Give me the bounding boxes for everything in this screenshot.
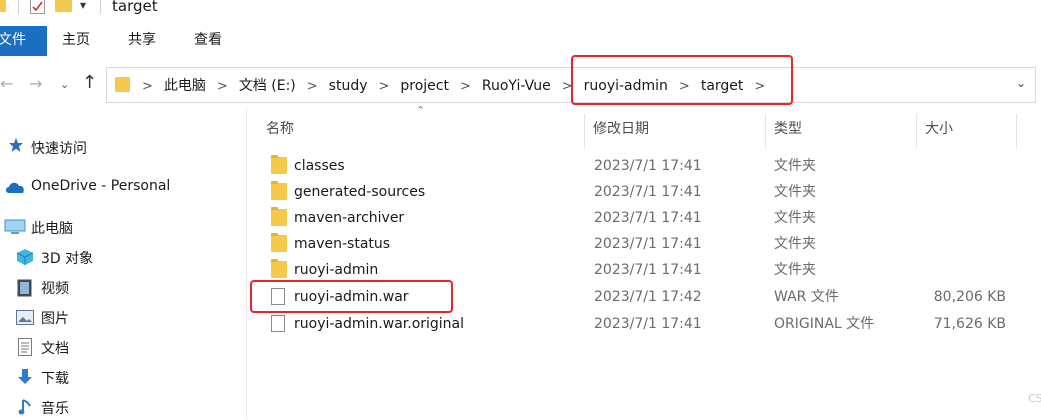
file-name: maven-archiver [294,210,405,226]
cloud-icon [4,180,24,196]
document-icon [18,338,34,356]
file-type: ORIGINAL 文件 [774,316,875,332]
address-history-dropdown-icon[interactable]: ⌄ [1016,76,1026,90]
file-date: 2023/7/1 17:41 [594,236,702,252]
chevron-right-icon[interactable]: > [460,79,471,94]
chevron-right-icon[interactable]: > [217,79,228,94]
nav-item-label: 此电脑 [31,221,73,237]
file-row-generated-sources[interactable]: generated-sources 2023/7/1 17:41 文件夹 [258,179,1041,205]
tab-view[interactable]: 查看 [194,26,222,56]
music-note-icon [18,398,34,415]
folder-icon [271,207,287,226]
folder-icon [271,233,287,252]
file-size: 71,626 KB [933,316,1006,332]
recent-locations-chevron-icon[interactable]: ⌄ [60,78,69,91]
column-header-type[interactable]: 类型 [766,114,916,144]
navigation-pane: 快速访问 OneDrive - Personal 此电脑 3D 对象 视频 图片 [0,108,247,418]
file-size [920,231,1006,257]
divider [18,0,19,14]
nav-item-label: 音乐 [41,401,69,417]
breadcrumb-ruoyi-vue[interactable]: RuoYi-Vue [482,78,551,94]
video-icon [17,279,33,297]
new-folder-icon[interactable] [55,0,72,12]
file-date: 2023/7/1 17:41 [594,316,702,332]
nav-item-label: 图片 [41,311,69,327]
file-row-maven-status[interactable]: maven-status 2023/7/1 17:41 文件夹 [258,231,1041,257]
file-type: 文件夹 [774,158,816,174]
chevron-right-icon[interactable]: > [378,79,389,94]
file-name: classes [294,158,345,174]
file-date: 2023/7/1 17:42 [594,289,702,305]
file-icon [271,315,285,332]
nav-item-label: OneDrive - Personal [31,178,171,194]
tab-file[interactable]: 文件 [0,26,47,56]
file-size [920,205,1006,231]
chevron-right-icon[interactable]: > [142,79,153,94]
file-type: 文件夹 [774,236,816,252]
file-type: 文件夹 [774,262,816,278]
back-arrow-icon[interactable]: ← [0,74,13,93]
breadcrumb-project[interactable]: project [400,78,449,94]
nav-item-label: 3D 对象 [41,251,94,267]
file-name: generated-sources [294,184,426,200]
quick-access-dropdown-icon[interactable]: ▾ [80,0,86,12]
file-type: WAR 文件 [774,289,839,305]
computer-icon [4,219,26,235]
folder-icon [271,259,287,278]
annotation-highlight-box [250,280,453,313]
picture-icon [16,310,34,326]
column-divider[interactable] [1016,114,1017,148]
breadcrumb-this-pc[interactable]: 此电脑 [164,75,206,95]
nav-item-label: 下载 [41,371,69,387]
file-type: 文件夹 [774,210,816,226]
cube-icon [16,248,34,265]
breadcrumb-documents-e[interactable]: 文档 (E:) [239,75,296,95]
file-date: 2023/7/1 17:41 [594,184,702,200]
forward-arrow-icon[interactable]: → [29,74,42,93]
divider [100,0,101,14]
nav-item-label: 快速访问 [31,141,87,157]
download-arrow-icon [16,368,32,384]
file-size [920,179,1006,205]
folder-icon [271,155,287,174]
file-row-classes[interactable]: classes 2023/7/1 17:41 文件夹 [258,153,1041,179]
file-date: 2023/7/1 17:41 [594,262,702,278]
column-header-name[interactable]: 名称 [258,114,584,144]
properties-check-icon[interactable] [30,0,45,14]
column-header-row: 名称 修改日期 类型 大小 [258,114,1041,148]
file-date: 2023/7/1 17:41 [594,158,702,174]
tab-share[interactable]: 共享 [128,26,156,56]
window-title: target [112,0,158,15]
file-type: 文件夹 [774,184,816,200]
folder-icon [0,0,6,12]
star-icon [8,137,24,153]
nav-item-label: 视频 [41,281,69,297]
file-date: 2023/7/1 17:41 [594,210,702,226]
ribbon-tabs: 文件 主页 共享 查看 [0,26,1041,56]
chevron-right-icon[interactable]: > [307,79,318,94]
column-header-date[interactable]: 修改日期 [585,114,765,144]
folder-icon [115,77,130,92]
column-header-size[interactable]: 大小 [917,114,1017,144]
nav-item-label: 文档 [41,341,69,357]
title-bar: ▾ target [0,0,1041,20]
breadcrumb-study[interactable]: study [329,78,368,94]
annotation-highlight-box [571,55,793,105]
folder-icon [271,181,287,200]
up-arrow-icon[interactable]: ↑ [82,72,97,93]
file-size [920,153,1006,179]
file-name: maven-status [294,236,391,252]
tab-home[interactable]: 主页 [62,26,90,56]
file-size [920,257,1006,283]
address-row: ← → ⌄ ↑ > 此电脑 > 文档 (E:) > study > project > RuoYi… [0,60,1041,108]
file-size: 80,206 KB [933,289,1006,305]
file-row-ruoyi-admin-war-original[interactable]: ruoyi-admin.war.original 2023/7/1 17:41 … [258,311,1041,337]
file-name: ruoyi-admin.war.original [294,316,465,332]
watermark: CS [1028,392,1041,405]
file-row-maven-archiver[interactable]: maven-archiver 2023/7/1 17:41 文件夹 [258,205,1041,231]
